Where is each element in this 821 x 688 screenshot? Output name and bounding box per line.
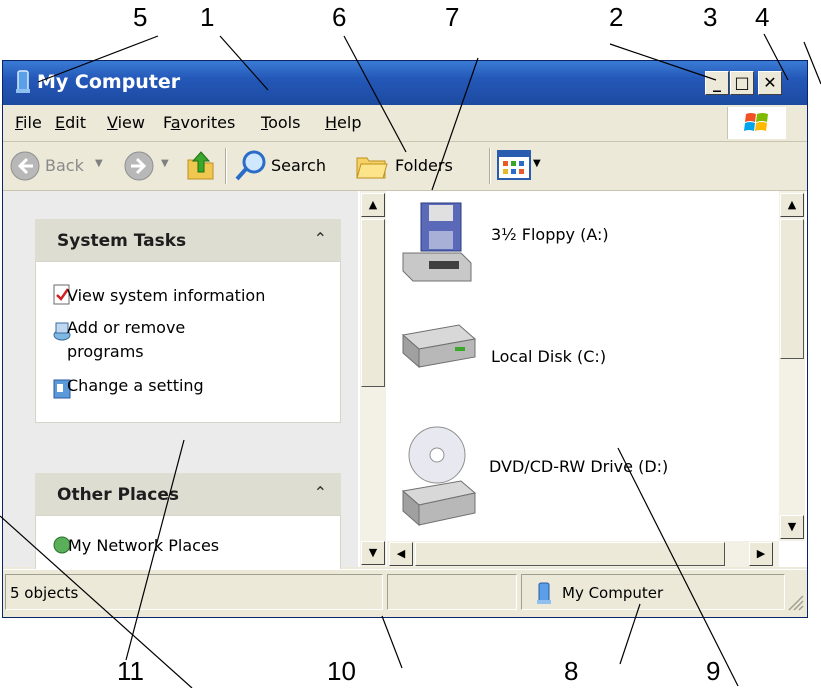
leader-line-11	[125, 439, 185, 661]
leader-line-6	[343, 35, 407, 153]
leader-line-4	[803, 41, 821, 85]
leader-line-2	[609, 43, 717, 81]
leader-line-5	[37, 35, 159, 83]
leader-line-9	[617, 447, 739, 687]
leader-line-8	[619, 603, 641, 665]
leader-line-1	[219, 35, 269, 91]
leader-line-10	[381, 615, 403, 669]
leader-line-3	[763, 33, 789, 81]
leader-line-7	[431, 57, 479, 191]
callout-leader-lines	[0, 33, 821, 688]
leader-line-12	[0, 515, 193, 688]
